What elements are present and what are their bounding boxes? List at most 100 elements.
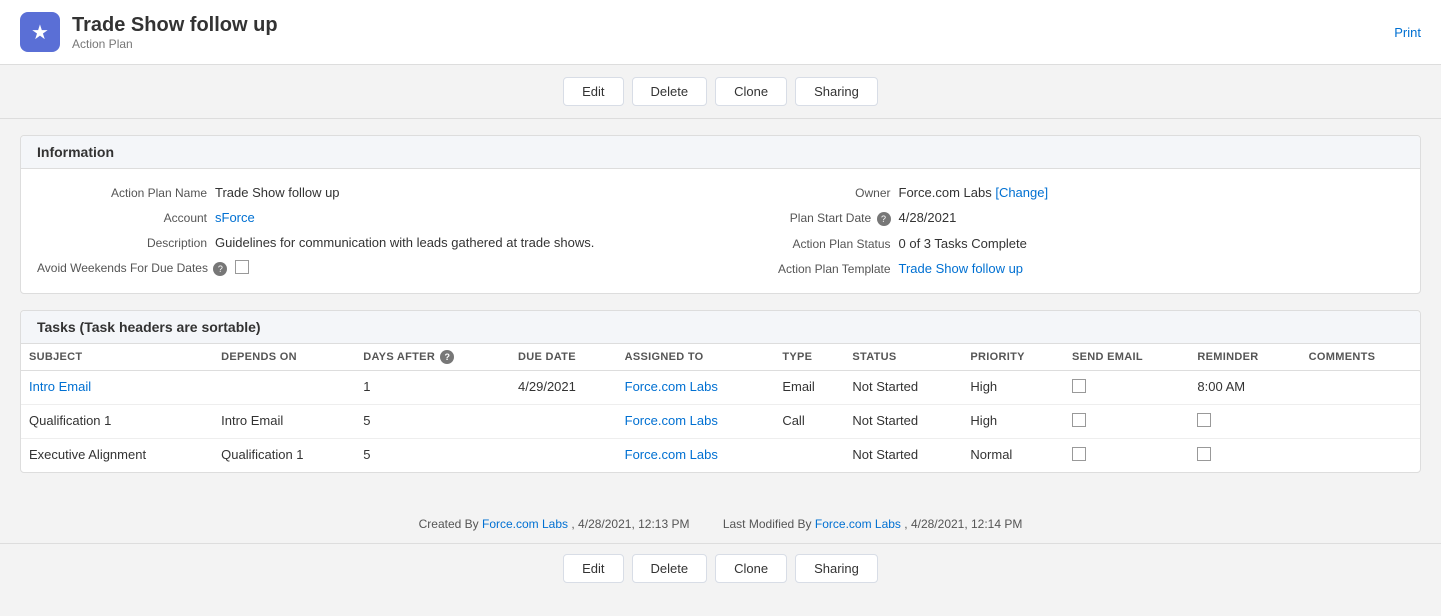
col-days-after[interactable]: DAYS AFTER ? xyxy=(355,344,510,371)
task-subject-link[interactable]: Intro Email xyxy=(29,379,91,394)
account-value: sForce xyxy=(215,210,255,225)
task-type-cell: Email xyxy=(774,371,844,405)
avoid-weekends-value xyxy=(235,260,249,277)
page-title: Trade Show follow up xyxy=(72,14,278,37)
col-priority[interactable]: PRIORITY xyxy=(962,344,1064,371)
app-icon: ★ xyxy=(20,12,60,52)
task-priority-cell: Normal xyxy=(962,439,1064,473)
task-reminder-cell xyxy=(1189,405,1300,439)
task-status-cell: Not Started xyxy=(844,439,962,473)
info-row-owner: Owner Force.com Labs [Change] xyxy=(721,185,1405,200)
footer-info: Created By Force.com Labs , 4/28/2021, 1… xyxy=(0,505,1441,543)
assigned-to-link[interactable]: Force.com Labs xyxy=(625,379,718,394)
edit-button-bottom[interactable]: Edit xyxy=(563,554,623,583)
action-plan-template-label: Action Plan Template xyxy=(721,261,891,276)
avoid-weekends-checkbox[interactable] xyxy=(235,260,249,274)
task-days-after-cell: 5 xyxy=(355,439,510,473)
col-type[interactable]: TYPE xyxy=(774,344,844,371)
task-depends-on-cell: Qualification 1 xyxy=(213,439,355,473)
action-plan-template-value: Trade Show follow up xyxy=(899,261,1024,276)
task-depends-on-cell: Intro Email xyxy=(213,405,355,439)
send-email-checkbox[interactable] xyxy=(1072,447,1086,461)
info-row-plan-status: Action Plan Status 0 of 3 Tasks Complete xyxy=(721,236,1405,251)
tasks-table-header-row: SUBJECT DEPENDS ON DAYS AFTER ? DUE DATE… xyxy=(21,344,1420,371)
col-subject[interactable]: SUBJECT xyxy=(21,344,213,371)
task-subject-cell: Intro Email xyxy=(21,371,213,405)
col-comments[interactable]: COMMENTS xyxy=(1301,344,1420,371)
task-send-email-cell xyxy=(1064,371,1189,405)
info-row-start-date: Plan Start Date ? 4/28/2021 xyxy=(721,210,1405,226)
reminder-checkbox[interactable] xyxy=(1197,413,1211,427)
description-value: Guidelines for communication with leads … xyxy=(215,235,594,250)
plan-start-date-info-icon: ? xyxy=(877,212,891,226)
task-due-date-cell xyxy=(510,439,617,473)
info-row-account: Account sForce xyxy=(37,210,721,225)
task-comments-cell xyxy=(1301,405,1420,439)
information-section: Information Action Plan Name Trade Show … xyxy=(20,135,1421,294)
delete-button-top[interactable]: Delete xyxy=(632,77,708,106)
clone-button-bottom[interactable]: Clone xyxy=(715,554,787,583)
header-left: ★ Trade Show follow up Action Plan xyxy=(20,12,278,52)
owner-name: Force.com Labs xyxy=(899,185,992,200)
avoid-weekends-label: Avoid Weekends For Due Dates ? xyxy=(37,260,227,276)
col-status[interactable]: STATUS xyxy=(844,344,962,371)
task-send-email-cell xyxy=(1064,439,1189,473)
last-modified-link[interactable]: Force.com Labs xyxy=(815,517,901,531)
task-subject-cell: Executive Alignment xyxy=(21,439,213,473)
task-reminder-cell xyxy=(1189,439,1300,473)
reminder-checkbox[interactable] xyxy=(1197,447,1211,461)
page-subtitle: Action Plan xyxy=(72,37,278,51)
info-grid: Action Plan Name Trade Show follow up Ac… xyxy=(37,185,1404,277)
print-link[interactable]: Print xyxy=(1394,25,1421,40)
edit-button-top[interactable]: Edit xyxy=(563,77,623,106)
task-status-cell: Not Started xyxy=(844,405,962,439)
account-link[interactable]: sForce xyxy=(215,210,255,225)
clone-button-top[interactable]: Clone xyxy=(715,77,787,106)
header-title-block: Trade Show follow up Action Plan xyxy=(72,14,278,51)
task-type-cell: Call xyxy=(774,405,844,439)
col-reminder[interactable]: REMINDER xyxy=(1189,344,1300,371)
information-section-header: Information xyxy=(21,136,1420,169)
task-assigned-to-cell: Force.com Labs xyxy=(617,405,775,439)
action-plan-status-label: Action Plan Status xyxy=(721,236,891,251)
created-date: , 4/28/2021, 12:13 PM xyxy=(571,517,689,531)
col-depends-on[interactable]: DEPENDS ON xyxy=(213,344,355,371)
task-send-email-cell xyxy=(1064,405,1189,439)
assigned-to-link[interactable]: Force.com Labs xyxy=(625,413,718,428)
col-due-date[interactable]: DUE DATE xyxy=(510,344,617,371)
assigned-to-link[interactable]: Force.com Labs xyxy=(625,447,718,462)
page-header: ★ Trade Show follow up Action Plan Print xyxy=(0,0,1441,65)
send-email-checkbox[interactable] xyxy=(1072,413,1086,427)
info-left: Action Plan Name Trade Show follow up Ac… xyxy=(37,185,721,277)
sharing-button-top[interactable]: Sharing xyxy=(795,77,878,106)
col-send-email[interactable]: SEND EMAIL xyxy=(1064,344,1189,371)
task-priority-cell: High xyxy=(962,371,1064,405)
created-by-link[interactable]: Force.com Labs xyxy=(482,517,568,531)
template-link[interactable]: Trade Show follow up xyxy=(899,261,1024,276)
tasks-section-header: Tasks (Task headers are sortable) xyxy=(21,311,1420,344)
avoid-weekends-info-icon: ? xyxy=(213,262,227,276)
owner-change-link[interactable]: [Change] xyxy=(995,185,1048,200)
info-row-avoid-weekends: Avoid Weekends For Due Dates ? xyxy=(37,260,721,277)
last-modified-label: Last Modified By xyxy=(723,517,812,531)
task-assigned-to-cell: Force.com Labs xyxy=(617,371,775,405)
sharing-button-bottom[interactable]: Sharing xyxy=(795,554,878,583)
created-by-label: Created By xyxy=(419,517,479,531)
action-plan-status-value: 0 of 3 Tasks Complete xyxy=(899,236,1027,251)
action-plan-name-label: Action Plan Name xyxy=(37,185,207,200)
task-reminder-cell: 8:00 AM xyxy=(1189,371,1300,405)
days-after-info-icon: ? xyxy=(440,350,454,364)
tasks-table: SUBJECT DEPENDS ON DAYS AFTER ? DUE DATE… xyxy=(21,344,1420,472)
task-days-after-cell: 5 xyxy=(355,405,510,439)
delete-button-bottom[interactable]: Delete xyxy=(632,554,708,583)
description-label: Description xyxy=(37,235,207,250)
tasks-section: Tasks (Task headers are sortable) SUBJEC… xyxy=(20,310,1421,473)
task-due-date-cell xyxy=(510,405,617,439)
task-days-after-cell: 1 xyxy=(355,371,510,405)
send-email-checkbox[interactable] xyxy=(1072,379,1086,393)
task-comments-cell xyxy=(1301,371,1420,405)
bottom-toolbar: Edit Delete Clone Sharing xyxy=(0,543,1441,593)
col-assigned-to[interactable]: ASSIGNED TO xyxy=(617,344,775,371)
top-toolbar: Edit Delete Clone Sharing xyxy=(0,65,1441,119)
task-assigned-to-cell: Force.com Labs xyxy=(617,439,775,473)
